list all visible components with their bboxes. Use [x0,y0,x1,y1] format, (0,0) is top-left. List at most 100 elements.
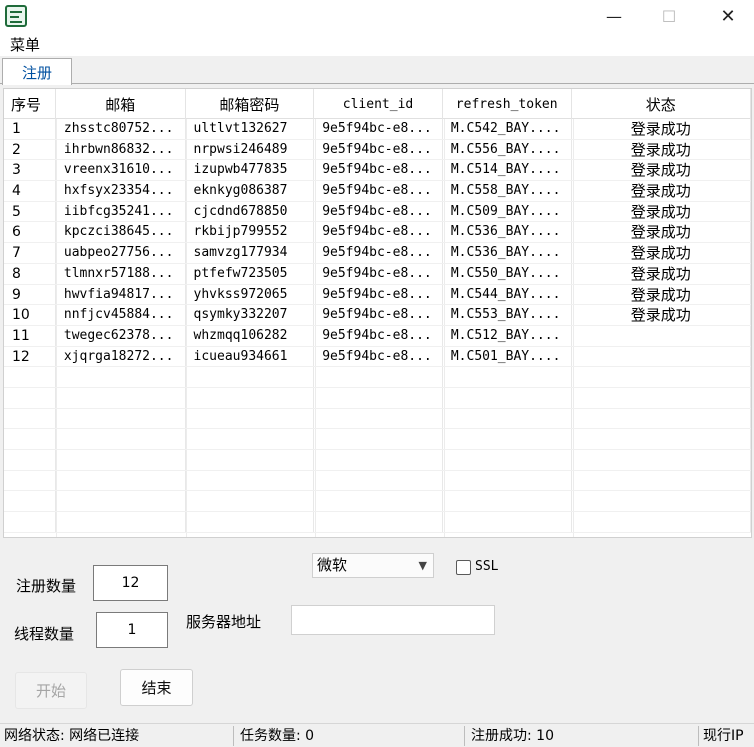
cell-refresh-token: M.C536_BAY.... [443,243,572,263]
thread-count-label: 线程数量 [14,625,75,643]
cell-status: 登录成功 [572,305,751,325]
cell-email [56,450,186,470]
cell-client-id: 9e5f94bc-e8... [314,119,443,139]
column-header-status[interactable]: 状态 [572,89,751,119]
cell-status [572,325,751,346]
cell-email-password: samvzg177934 [186,243,315,263]
table-row[interactable]: 8 tlmnxr57188... ptfefw723505 9e5f94bc-e8..… [4,263,751,285]
table-row[interactable] [4,491,751,513]
cell-email-password: icueau934661 [186,346,315,367]
cell-index: 6 [4,222,56,243]
cell-index: 2 [4,139,56,160]
cell-email [56,491,186,512]
provider-select-value: 微软 [317,556,348,574]
cell-status [572,470,751,491]
table-row[interactable]: 12 xjqrga18272... icueau934661 9e5f94bc-e8.… [4,346,751,368]
cell-email [56,470,186,491]
cell-email: ihrbwn86832... [56,139,186,160]
cell-client-id: 9e5f94bc-e8... [314,139,443,160]
column-header-email[interactable]: 邮箱 [56,89,186,119]
cell-index: 11 [4,325,56,346]
end-button[interactable]: 结束 [120,669,193,706]
cell-refresh-token: M.C542_BAY.... [443,119,572,139]
cell-email-password [186,367,315,387]
table-row[interactable] [4,470,751,492]
menu-item-main[interactable]: 菜单 [10,34,40,55]
close-button[interactable]: ✕ [705,0,751,32]
cell-email-password: whzmqq106282 [186,325,315,346]
tab-strip: 注册 [0,56,754,85]
table-row[interactable]: 11 twegec62378... whzmqq106282 9e5f94bc-e8.… [4,325,751,347]
cell-status: 登录成功 [572,263,751,284]
accounts-table[interactable]: 序号 邮箱 邮箱密码 client_id refresh_token 状态 1z… [3,88,752,538]
cell-status [572,408,751,429]
cell-email: zhsstc80752... [56,119,186,139]
provider-select[interactable]: 微软 ▼ [312,553,434,578]
table-row[interactable]: 6 kpczci38645... rkbijp799552 9e5f94bc-e8..… [4,222,751,244]
status-divider [233,726,234,746]
table-row[interactable]: 7 uabpeo27756... samvzg177934 9e5f94bc-e8..… [4,243,751,264]
cell-client-id [314,450,443,470]
ssl-label[interactable]: SSL [475,559,498,574]
cell-client-id: 9e5f94bc-e8... [314,325,443,346]
column-header-email-password[interactable]: 邮箱密码 [186,89,315,119]
server-address-input[interactable] [291,605,495,635]
cell-status: 登录成功 [572,243,751,263]
cell-email: vreenx31610... [56,160,186,181]
start-button[interactable]: 开始 [15,672,87,709]
cell-email-password: cjcdnd678850 [186,201,315,222]
cell-client-id [314,367,443,387]
cell-refresh-token [443,387,572,408]
ssl-checkbox[interactable] [456,560,471,575]
cell-refresh-token [443,450,572,470]
current-ip-status: 现行IP [703,728,744,744]
cell-refresh-token: M.C556_BAY.... [443,139,572,160]
column-header-index[interactable]: 序号 [4,89,56,119]
cell-status: 登录成功 [572,160,751,181]
table-row[interactable] [4,450,751,471]
table-row[interactable]: 3 vreenx31610... izupwb477835 9e5f94bc-e8..… [4,160,751,182]
cell-status [572,429,751,449]
table-row[interactable]: 4 hxfsyx23354... eknkyg086387 9e5f94bc-e8..… [4,181,751,202]
table-row[interactable]: 2 ihrbwn86832... nrpwsi246489 9e5f94bc-e8..… [4,139,751,161]
cell-client-id: 9e5f94bc-e8... [314,243,443,263]
column-header-client-id[interactable]: client_id [314,89,443,119]
thread-count-input[interactable]: 1 [96,612,168,648]
server-address-label: 服务器地址 [186,613,262,631]
cell-refresh-token: M.C553_BAY.... [443,305,572,325]
table-row[interactable] [4,387,751,409]
table-row[interactable] [4,429,751,450]
task-count-status: 任务数量: 0 [240,728,315,744]
maximize-button[interactable]: ☐ [646,0,692,32]
tab-register[interactable]: 注册 [2,58,72,85]
status-divider [464,726,465,746]
register-count-input[interactable]: 12 [93,565,168,601]
cell-email-password: izupwb477835 [186,160,315,181]
cell-index: 5 [4,201,56,222]
status-divider [698,726,699,746]
cell-email-password: rkbijp799552 [186,222,315,243]
cell-status: 登录成功 [572,119,751,139]
table-row[interactable]: 9 hwvfia94817... yhvkss972065 9e5f94bc-e8..… [4,284,751,306]
cell-refresh-token [443,470,572,491]
cell-email-password: ultlvt132627 [186,119,315,139]
cell-email [56,512,186,532]
table-row[interactable] [4,512,751,533]
table-row[interactable]: 1 zhsstc80752... ultlvt132627 9e5f94bc-e8..… [4,119,751,140]
cell-email-password: qsymky332207 [186,305,315,325]
table-row[interactable] [4,367,751,388]
cell-index: 7 [4,243,56,263]
cell-index: 4 [4,181,56,201]
cell-client-id [314,387,443,408]
title-bar: — ☐ ✕ [0,0,754,32]
table-row[interactable]: 5 iibfcg35241... cjcdnd678850 9e5f94bc-e8..… [4,201,751,223]
minimize-button[interactable]: — [591,0,637,32]
cell-email: twegec62378... [56,325,186,346]
cell-index: 8 [4,263,56,284]
table-row[interactable] [4,408,751,430]
register-count-label: 注册数量 [16,577,77,595]
cell-refresh-token: M.C544_BAY.... [443,284,572,305]
table-row[interactable]: 10 nnfjcv45884... qsymky332207 9e5f94bc-e8.… [4,305,751,326]
cell-email: hxfsyx23354... [56,181,186,201]
column-header-refresh-token[interactable]: refresh_token [443,89,572,119]
